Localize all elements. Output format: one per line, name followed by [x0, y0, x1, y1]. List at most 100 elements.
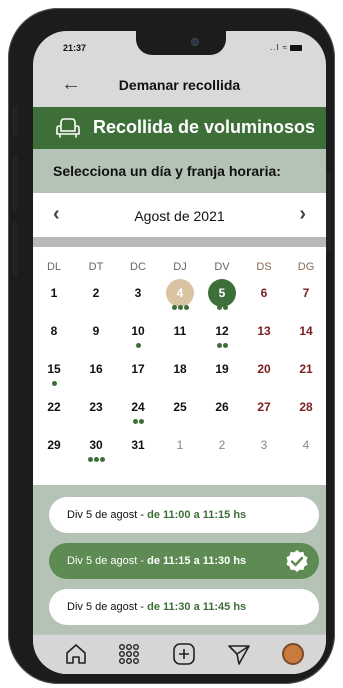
availability-dot	[138, 419, 144, 424]
chevron-right-icon[interactable]: ›	[299, 203, 306, 226]
day-number: 30	[89, 438, 103, 452]
calendar-day[interactable]: 4	[159, 279, 201, 315]
month-label: Agost de 2021	[134, 208, 225, 224]
availability-dot	[99, 457, 105, 462]
day-number: 28	[299, 400, 313, 414]
mute-switch	[12, 106, 18, 136]
slot-time: de 11:15 a 11:30 hs	[147, 555, 247, 567]
calendar-day: 1	[159, 431, 201, 467]
calendar-day[interactable]: 1	[33, 279, 75, 315]
slot-date: Div 5 de agost	[67, 601, 138, 613]
instruction-bar: Selecciona un día y franja horaria:	[33, 149, 326, 193]
calendar-day[interactable]: 15	[33, 355, 75, 391]
profile-avatar[interactable]	[280, 641, 306, 667]
calendar-day[interactable]: 23	[75, 393, 117, 429]
time-slot[interactable]: Div 5 de agost - de 11:00 a 11:15 hs	[49, 497, 319, 533]
section-banner: Recollida de voluminosos	[33, 107, 326, 149]
home-icon[interactable]	[63, 641, 89, 667]
day-number: 2	[92, 286, 100, 300]
check-badge-icon	[286, 550, 308, 572]
apps-grid-icon[interactable]	[116, 641, 142, 667]
calendar-day[interactable]: 11	[159, 317, 201, 353]
calendar-day[interactable]: 16	[75, 355, 117, 391]
availability-dots	[117, 343, 159, 348]
weekday-header: DL DT DC DJ DV DS DG	[44, 261, 326, 279]
calendar-day[interactable]: 31	[117, 431, 159, 467]
time-slot[interactable]: Div 5 de agost - de 11:15 a 11:30 hs	[49, 543, 319, 579]
calendar-day: 2	[201, 431, 243, 467]
calendar-day[interactable]: 13	[243, 317, 285, 353]
battery-icon	[290, 44, 302, 51]
availability-dots	[33, 381, 75, 386]
day-number: 27	[257, 400, 271, 414]
calendar-day[interactable]: 20	[243, 355, 285, 391]
availability-dot	[183, 305, 189, 310]
banner-title: Recollida de voluminosos	[93, 117, 316, 137]
calendar-day[interactable]: 7	[285, 279, 326, 315]
availability-dot	[216, 305, 222, 310]
day-number: 18	[173, 362, 187, 376]
wifi-icon: ≈	[282, 43, 288, 52]
day-number: 23	[89, 400, 103, 414]
day-number: 1	[50, 286, 58, 300]
slot-time: de 11:30 a 11:45 hs	[147, 601, 247, 613]
send-icon[interactable]	[226, 641, 252, 667]
calendar-day[interactable]: 24	[117, 393, 159, 429]
calendar-day[interactable]: 27	[243, 393, 285, 429]
day-number: 31	[131, 438, 145, 452]
calendar-day[interactable]: 28	[285, 393, 326, 429]
calendar-day[interactable]: 5	[201, 279, 243, 315]
calendar-day[interactable]: 12	[201, 317, 243, 353]
day-number: 12	[215, 324, 229, 338]
weekday-label: DT	[88, 261, 104, 273]
weekday-label: DJ	[173, 261, 187, 273]
availability-dot	[51, 381, 57, 386]
calendar-day[interactable]: 10	[117, 317, 159, 353]
day-number: 19	[215, 362, 229, 376]
calendar-day[interactable]: 30	[75, 431, 117, 467]
calendar-day[interactable]: 9	[75, 317, 117, 353]
time-slot-label: Div 5 de agost - de 11:15 a 11:30 hs	[67, 555, 246, 567]
add-icon[interactable]	[171, 641, 197, 667]
calendar-day[interactable]: 22	[33, 393, 75, 429]
calendar-day: 3	[243, 431, 285, 467]
day-number: 29	[47, 438, 61, 452]
status-icons: ..l ≈	[270, 43, 302, 52]
slot-date: Div 5 de agost	[67, 555, 138, 567]
calendar-day[interactable]: 18	[159, 355, 201, 391]
calendar-day[interactable]: 25	[159, 393, 201, 429]
calendar-day[interactable]: 29	[33, 431, 75, 467]
weekday-label: DC	[130, 261, 146, 273]
availability-dot	[135, 343, 141, 348]
camera-icon	[191, 38, 199, 46]
sofa-icon	[56, 118, 80, 138]
app-bar: ← Demanar recollida	[33, 65, 326, 107]
calendar-day[interactable]: 19	[201, 355, 243, 391]
weekday-label: DG	[297, 261, 315, 273]
status-bar: 21:37 ..l ≈	[33, 31, 326, 65]
availability-dot	[222, 305, 228, 310]
calendar-day[interactable]: 17	[117, 355, 159, 391]
day-number: 24	[131, 400, 145, 414]
instruction-text: Selecciona un día y franja horaria:	[53, 163, 281, 179]
time-slot-list: Div 5 de agost - de 11:00 a 11:15 hs Div …	[33, 485, 326, 634]
availability-dots	[75, 457, 117, 462]
slot-date: Div 5 de agost	[67, 509, 138, 521]
calendar-day[interactable]: 26	[201, 393, 243, 429]
notch	[136, 31, 226, 55]
calendar-day[interactable]: 8	[33, 317, 75, 353]
slot-separator: -	[137, 509, 148, 521]
calendar-day[interactable]: 6	[243, 279, 285, 315]
calendar-day[interactable]: 3	[117, 279, 159, 315]
signal-icon: ..l	[270, 43, 280, 52]
time-slot[interactable]: Div 5 de agost - de 11:30 a 11:45 hs	[49, 589, 319, 625]
weekday-label: DV	[214, 261, 230, 273]
day-number: 17	[131, 362, 145, 376]
day-number: 7	[302, 286, 310, 300]
calendar: ‹ Agost de 2021 › DL DT DC DJ DV DS DG 1 2 3 4 5 6 7 8…	[33, 193, 326, 485]
calendar-day[interactable]: 21	[285, 355, 326, 391]
day-number: 8	[50, 324, 58, 338]
calendar-day[interactable]: 2	[75, 279, 117, 315]
calendar-day[interactable]: 14	[285, 317, 326, 353]
day-number: 11	[173, 324, 187, 338]
